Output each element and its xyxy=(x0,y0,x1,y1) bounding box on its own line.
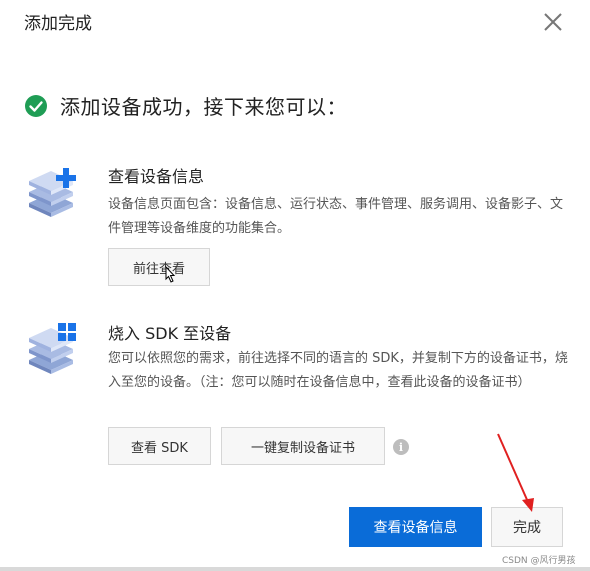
success-message: 添加设备成功，接下来您可以： xyxy=(60,95,347,119)
stack-plus-icon xyxy=(29,168,76,217)
go-view-button[interactable]: 前往查看 xyxy=(108,248,210,286)
info-icon[interactable]: i xyxy=(393,439,409,455)
dialog-title: 添加完成 xyxy=(24,14,92,34)
stack-grid-icon xyxy=(29,323,76,374)
view-sdk-button[interactable]: 查看 SDK xyxy=(108,427,211,465)
watermark: CSDN @风行男孩 xyxy=(502,556,576,566)
success-row: 添加设备成功，接下来您可以： xyxy=(24,91,347,120)
section-desc-flash-sdk: 您可以依照您的需求，前往选择不同的语言的 SDK，并复制下方的设备证书，烧入至您… xyxy=(108,351,568,390)
copy-device-cert-button[interactable]: 一键复制设备证书 xyxy=(221,427,385,465)
section-title-flash-sdk: 烧入 SDK 至设备 xyxy=(108,324,232,343)
add-complete-dialog: 添加完成 添加设备成功，接下来您可以： 查看设备信息 设备信息页面包含：设备信息… xyxy=(0,0,590,571)
mouse-cursor-icon xyxy=(165,266,176,283)
close-icon[interactable] xyxy=(542,11,564,33)
annotation-arrow-icon xyxy=(497,433,534,512)
section-title-device-info: 查看设备信息 xyxy=(108,167,205,186)
section-desc-device-info: 设备信息页面包含：设备信息、运行状态、事件管理、服务调用、设备影子、文件管理等设… xyxy=(108,197,564,236)
bottom-edge xyxy=(0,567,590,571)
view-device-info-button[interactable]: 查看设备信息 xyxy=(349,507,482,547)
check-circle-icon xyxy=(25,94,47,117)
